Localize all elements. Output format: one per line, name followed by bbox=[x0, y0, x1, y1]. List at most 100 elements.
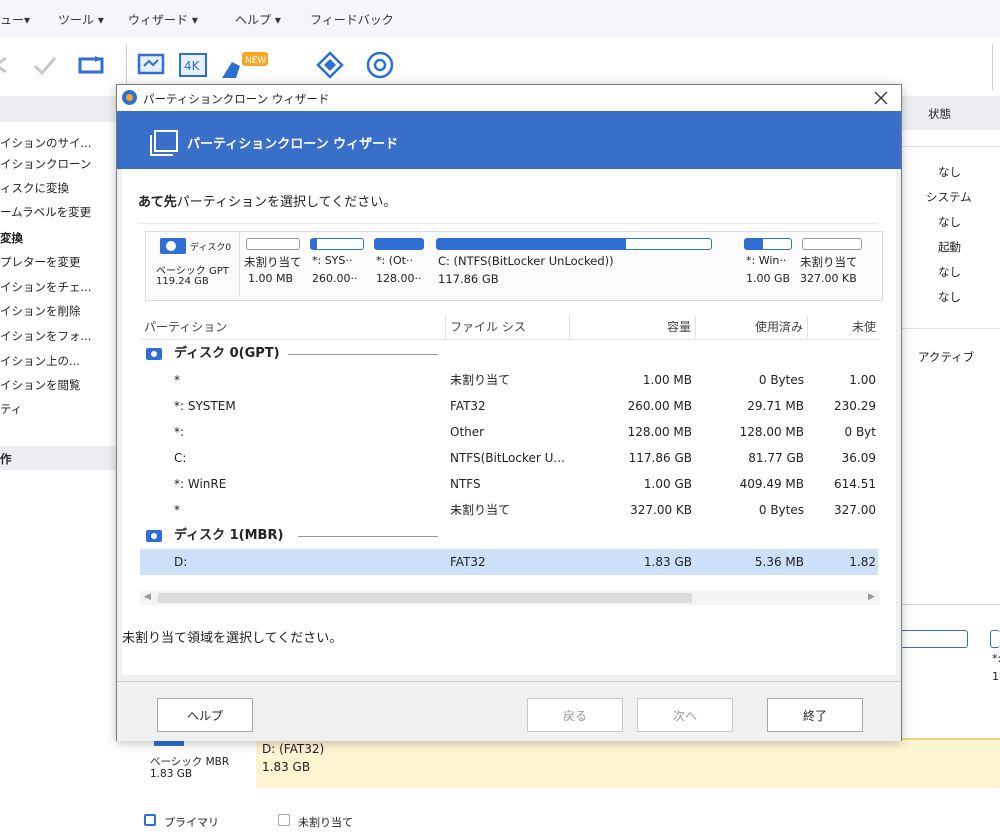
cleanup-icon[interactable]: NEW bbox=[218, 50, 280, 80]
legend-unallocated-swatch bbox=[278, 814, 290, 826]
table-row-selected[interactable]: D: FAT32 1.83 GB 5.36 MB 1.82 bbox=[140, 549, 878, 575]
cell-filesystem: FAT32 bbox=[450, 399, 486, 413]
map-partition-unalloc-1[interactable]: 未割り当て 1.00 MB bbox=[242, 232, 304, 296]
left-item[interactable]: 変換 bbox=[0, 230, 23, 246]
map-partition-name: *: (Ot·· bbox=[376, 254, 413, 267]
help-button[interactable]: ヘルプ bbox=[157, 698, 253, 732]
left-item[interactable]: イションのサイ... bbox=[0, 135, 91, 151]
usage-bar bbox=[802, 238, 862, 250]
operations-panel: イションのサイ... イションクローン ィスクに変換 ームラベルを変更 変換 プ… bbox=[0, 96, 118, 836]
disk-group-row[interactable]: ディスク 1(MBR) bbox=[140, 523, 878, 549]
status-cell: なし bbox=[938, 290, 961, 304]
cell-filesystem: NTFS(BitLocker U... bbox=[450, 451, 565, 465]
map-partition-bar[interactable] bbox=[900, 630, 968, 648]
map-partition-size: 1.00 GB bbox=[746, 272, 791, 285]
status-cell: なし bbox=[938, 215, 961, 229]
menu-item-partial[interactable]: ュー▾ bbox=[0, 11, 30, 28]
next-button[interactable]: 次へ bbox=[637, 698, 733, 732]
table-header: パーティション ファイル シス 容量 使用済み 未使 bbox=[140, 315, 880, 340]
map-partition-unalloc-2[interactable]: 未割り当て 327.00 KB bbox=[798, 232, 882, 296]
left-item[interactable]: ティ bbox=[0, 401, 22, 417]
cell-capacity: 1.00 MB bbox=[642, 373, 692, 387]
toolbar-divider-right bbox=[992, 44, 993, 90]
table-row[interactable]: *: SYSTEM FAT32 260.00 MB 29.71 MB 230.2… bbox=[140, 393, 878, 419]
migrate-os-icon[interactable] bbox=[136, 50, 166, 80]
col-free[interactable]: 未使 bbox=[808, 315, 880, 339]
4k-align-icon[interactable]: 4K bbox=[178, 50, 208, 80]
apply-check-icon[interactable] bbox=[30, 50, 60, 80]
status-header-bg: 状態 bbox=[900, 96, 1000, 130]
partition-table: パーティション ファイル シス 容量 使用済み 未使 ディスク 0(GPT) *… bbox=[140, 315, 880, 675]
divider bbox=[138, 223, 878, 224]
col-capacity[interactable]: 容量 bbox=[570, 315, 696, 339]
divider bbox=[900, 328, 1000, 329]
disc-icon[interactable] bbox=[365, 50, 395, 80]
cell-partition: * bbox=[174, 503, 180, 517]
partition-d-block[interactable]: D: (FAT32) 1.83 GB bbox=[256, 738, 1000, 788]
status-header: 状態 bbox=[928, 107, 951, 121]
cell-free: 327.00 bbox=[834, 503, 876, 517]
dialog-header-title: パーティションクローン ウィザード bbox=[187, 137, 399, 152]
cell-filesystem: FAT32 bbox=[450, 555, 486, 569]
disk0-info[interactable]: ディスク0 ベーシック GPT 119.24 GB bbox=[146, 232, 240, 296]
left-item[interactable]: イションをフォ... bbox=[0, 328, 91, 344]
map-partition-winre[interactable]: *: Win·· 1.00 GB bbox=[740, 232, 796, 296]
menu-item-tools[interactable]: ツール ▾ bbox=[58, 11, 104, 28]
back-button[interactable]: 戻る bbox=[527, 698, 623, 732]
left-item[interactable]: イションクローン bbox=[0, 156, 91, 172]
instruction-text: あて先パーティションを選択してください。 bbox=[138, 191, 396, 210]
legend-primary-label: プライマリ bbox=[164, 816, 219, 829]
usage-bar bbox=[744, 238, 792, 250]
dialog-header: パーティションクローン ウィザード bbox=[117, 111, 901, 169]
disk-icon bbox=[146, 348, 162, 360]
horizontal-scrollbar[interactable]: ◀ ▶ bbox=[140, 591, 880, 605]
pending-section-title: 作 bbox=[0, 452, 12, 466]
left-item[interactable]: イションを閲覧 bbox=[0, 377, 81, 393]
cell-free: 0 Byt bbox=[844, 425, 877, 439]
table-row[interactable]: * 未割り当て 327.00 KB 0 Bytes 327.00 bbox=[140, 497, 878, 523]
table-row[interactable]: C: NTFS(BitLocker U... 117.86 GB 81.77 G… bbox=[140, 445, 878, 471]
left-item[interactable]: イションを削除 bbox=[0, 303, 81, 319]
scroll-left-icon[interactable]: ◀ bbox=[144, 592, 151, 602]
disk0-label: ディスク0 bbox=[190, 243, 232, 253]
left-item[interactable]: ィスクに変換 bbox=[0, 180, 69, 196]
undo-icon[interactable] bbox=[0, 50, 18, 80]
map-partition-name: *: Win·· bbox=[746, 254, 787, 267]
status-column: 状態 なし システム なし 起動 なし なし アクティブ *: 1 bbox=[900, 96, 1000, 836]
refresh-icon[interactable] bbox=[76, 50, 106, 80]
left-item[interactable]: イション上の... bbox=[0, 353, 80, 369]
cell-used: 0 Bytes bbox=[758, 503, 804, 517]
finish-button[interactable]: 終了 bbox=[767, 698, 863, 732]
menu-item-feedback[interactable]: フィードバック bbox=[310, 11, 394, 28]
disk-group-row[interactable]: ディスク 0(GPT) bbox=[140, 341, 878, 367]
col-filesystem[interactable]: ファイル シス bbox=[446, 315, 570, 339]
menu-bar: ュー▾ ツール ▾ ウィザード ▾ ヘルプ ▾ フィードバック bbox=[0, 0, 1000, 39]
left-item[interactable]: プレターを変更 bbox=[0, 254, 81, 270]
scrollbar-thumb[interactable] bbox=[158, 593, 692, 603]
disk0-type: ベーシック GPT bbox=[156, 266, 229, 277]
close-icon[interactable] bbox=[869, 87, 893, 109]
left-item[interactable]: ームラベルを変更 bbox=[0, 204, 91, 220]
table-row[interactable]: * 未割り当て 1.00 MB 0 Bytes 1.00 bbox=[140, 367, 878, 393]
col-used[interactable]: 使用済み bbox=[696, 315, 808, 339]
eraser-icon[interactable] bbox=[315, 50, 345, 80]
dialog-titlebar[interactable]: パーティションクローン ウィザード bbox=[117, 85, 901, 111]
new-badge-text: NEW bbox=[245, 56, 266, 66]
map-partition-size: 128.00·· bbox=[376, 272, 422, 285]
map-partition-bar[interactable] bbox=[990, 630, 1000, 648]
table-row[interactable]: *: WinRE NTFS 1.00 GB 409.49 MB 614.51 bbox=[140, 471, 878, 497]
divider bbox=[900, 146, 1000, 147]
scroll-right-icon[interactable]: ▶ bbox=[868, 592, 875, 602]
cell-filesystem: NTFS bbox=[450, 477, 481, 491]
menu-item-help[interactable]: ヘルプ ▾ bbox=[235, 11, 281, 28]
cell-free: 1.00 bbox=[849, 373, 876, 387]
col-partition[interactable]: パーティション bbox=[140, 315, 446, 339]
map-partition-system[interactable]: *: SYS·· 260.00·· bbox=[306, 232, 368, 296]
cell-capacity: 260.00 MB bbox=[627, 399, 692, 413]
menu-item-wizard[interactable]: ウィザード ▾ bbox=[128, 11, 198, 28]
table-row[interactable]: *: Other 128.00 MB 128.00 MB 0 Byt bbox=[140, 419, 878, 445]
map-partition-c[interactable]: C: (NTFS(BitLocker UnLocked)) 117.86 GB bbox=[432, 232, 718, 296]
status-cell: 起動 bbox=[938, 240, 961, 254]
map-partition-other[interactable]: *: (Ot·· 128.00·· bbox=[370, 232, 430, 296]
left-item[interactable]: イションをチェ... bbox=[0, 279, 91, 295]
